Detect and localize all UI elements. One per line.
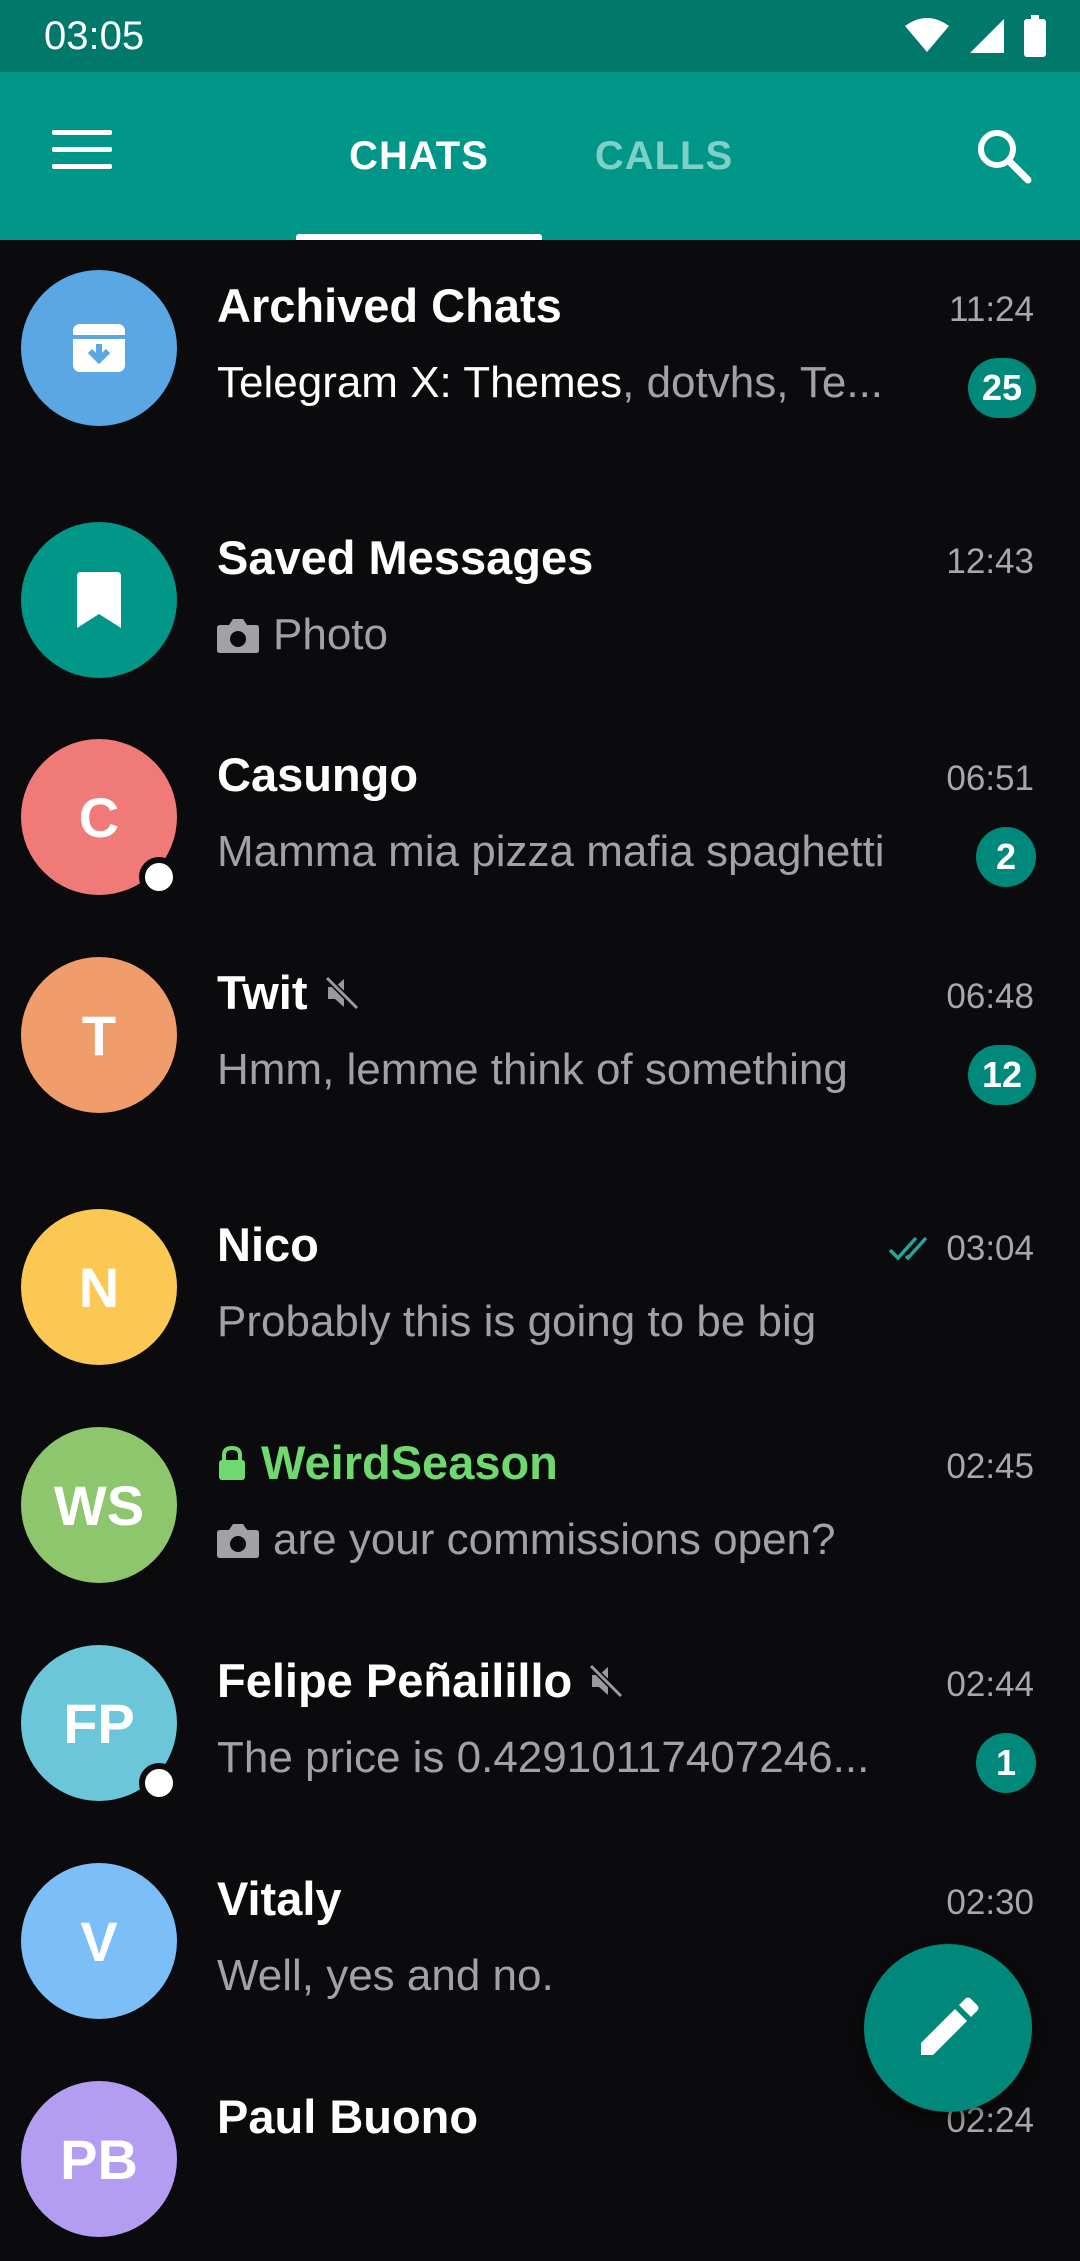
chat-name: Saved Messages: [217, 531, 594, 584]
pencil-icon: [921, 1997, 979, 2055]
chat-row-nico[interactable]: N Nico 03:04 Probably this is going to b…: [0, 1179, 1080, 1389]
chat-name: Twit: [217, 965, 362, 1020]
chat-row-felipe[interactable]: FP Felipe Peñailillo 02:44 The price is …: [0, 1615, 1080, 1825]
chat-name: Vitaly: [217, 1872, 342, 1925]
chat-time-text: 02:30: [946, 1883, 1034, 1922]
chat-time: 06:48: [946, 977, 1034, 1017]
avatar-initials: V: [80, 1909, 118, 1973]
chat-time-text: 02:44: [946, 1665, 1034, 1704]
avatar: T: [21, 957, 177, 1113]
chat-time-text: 11:24: [949, 290, 1034, 329]
chat-name-text: Felipe Peñailillo: [217, 1654, 573, 1707]
chat-preview: Probably this is going to be big: [217, 1297, 816, 1347]
search-icon[interactable]: [974, 126, 1034, 186]
preview-text: Mamma mia pizza mafia spaghetti: [217, 827, 885, 876]
avatar-initials: FP: [63, 1691, 135, 1755]
unread-badge: 12: [967, 1045, 1036, 1105]
chat-row-weirdseason[interactable]: WS WeirdSeason 02:45 are your commission…: [0, 1397, 1080, 1607]
avatar: FP: [21, 1645, 179, 1803]
chat-name: WeirdSeason: [217, 1435, 558, 1490]
avatar: [21, 270, 177, 426]
chat-name-text: Twit: [217, 966, 308, 1019]
muted-icon: [589, 1663, 624, 1698]
app-bar: CHATS CALLS: [0, 72, 1080, 240]
avatar: [21, 522, 177, 678]
chat-time-text: 06:48: [946, 977, 1034, 1016]
chat-name-text: WeirdSeason: [261, 1436, 558, 1489]
chat-name: Felipe Peñailillo: [217, 1653, 626, 1708]
chat-preview: The price is 0.42910117407246...: [217, 1733, 957, 1783]
chat-row-archived[interactable]: Archived Chats 11:24 Telegram X: Themes,…: [0, 240, 1080, 450]
preview-text: are your commissions open?: [273, 1515, 836, 1564]
preview-text: Well, yes and no.: [217, 1951, 554, 2000]
chat-row-twit[interactable]: T Twit 06:48 Hmm, lemme think of somethi…: [0, 927, 1080, 1137]
chat-name: Casungo: [217, 748, 419, 801]
chat-time: 02:45: [946, 1447, 1034, 1487]
chat-preview: Mamma mia pizza mafia spaghetti: [217, 827, 885, 877]
chat-row-saved-messages[interactable]: Saved Messages 12:43 Photo: [0, 492, 1080, 702]
online-indicator: [139, 1763, 179, 1803]
chat-preview: Telegram X: Themes, dotvhs, Te...: [217, 358, 937, 408]
avatar: PB: [21, 2081, 177, 2237]
preview-text: Photo: [273, 610, 388, 659]
tab-calls[interactable]: CALLS: [542, 72, 786, 240]
status-time: 03:05: [44, 14, 145, 58]
preview-text: Hmm, lemme think of something: [217, 1045, 848, 1094]
double-check-icon: [889, 1236, 928, 1261]
chat-name: Paul Buono: [217, 2090, 479, 2143]
status-bar: 03:05: [0, 0, 1080, 72]
chat-time: 02:30: [946, 1883, 1034, 1923]
chat-row-casungo[interactable]: C Casungo 06:51 Mamma mia pizza mafia sp…: [0, 709, 1080, 919]
avatar: V: [21, 1863, 177, 2019]
camera-icon: [217, 619, 259, 653]
preview-text: The price is 0.42910117407246...: [217, 1733, 870, 1782]
unread-badge: 25: [967, 358, 1036, 418]
chat-time: 11:24: [949, 290, 1034, 330]
chat-time-text: 12:43: [946, 542, 1034, 581]
chat-time: 02:44: [946, 1665, 1034, 1705]
avatar: WS: [21, 1427, 177, 1583]
avatar-initials: WS: [53, 1473, 145, 1537]
chat-preview: are your commissions open?: [217, 1515, 835, 1565]
muted-icon: [324, 975, 359, 1010]
unread-badge: 2: [976, 827, 1036, 887]
menu-icon[interactable]: [52, 130, 112, 174]
preview-text: Probably this is going to be big: [217, 1297, 817, 1346]
chat-time-text: 02:45: [946, 1447, 1034, 1486]
chat-name: Archived Chats: [217, 279, 562, 332]
status-icons: [904, 14, 1046, 58]
chat-name: Nico: [217, 1218, 319, 1271]
battery-icon: [1024, 15, 1046, 57]
chat-time: 12:43: [946, 542, 1034, 582]
archive-icon: [73, 324, 125, 372]
preview-rest: , dotvhs, Te...: [622, 358, 884, 407]
avatar: N: [21, 1209, 177, 1365]
preview-highlight: Telegram X: Themes: [217, 358, 623, 407]
chat-time: 06:51: [946, 759, 1034, 799]
tab-chats[interactable]: CHATS: [296, 72, 542, 240]
camera-icon: [217, 1524, 259, 1558]
chat-preview: Photo: [217, 610, 388, 660]
chat-time-text: 03:04: [946, 1229, 1034, 1268]
wifi-icon: [905, 18, 949, 52]
compose-button[interactable]: [864, 1944, 1032, 2112]
avatar-initials: T: [81, 1003, 117, 1067]
chat-time: 03:04: [888, 1229, 1034, 1269]
chat-preview: Hmm, lemme think of something: [217, 1045, 848, 1095]
avatar-initials: N: [78, 1255, 120, 1319]
avatar-initials: C: [78, 785, 120, 849]
bookmark-icon: [77, 572, 121, 628]
online-indicator: [139, 857, 179, 897]
lock-icon: [219, 1445, 245, 1480]
unread-badge: 1: [976, 1733, 1036, 1793]
avatar: C: [21, 739, 179, 897]
cell-signal-icon: [970, 19, 1004, 53]
chat-time-text: 06:51: [946, 759, 1034, 798]
avatar-initials: PB: [60, 2127, 138, 2191]
chat-preview: Well, yes and no.: [217, 1951, 554, 2001]
